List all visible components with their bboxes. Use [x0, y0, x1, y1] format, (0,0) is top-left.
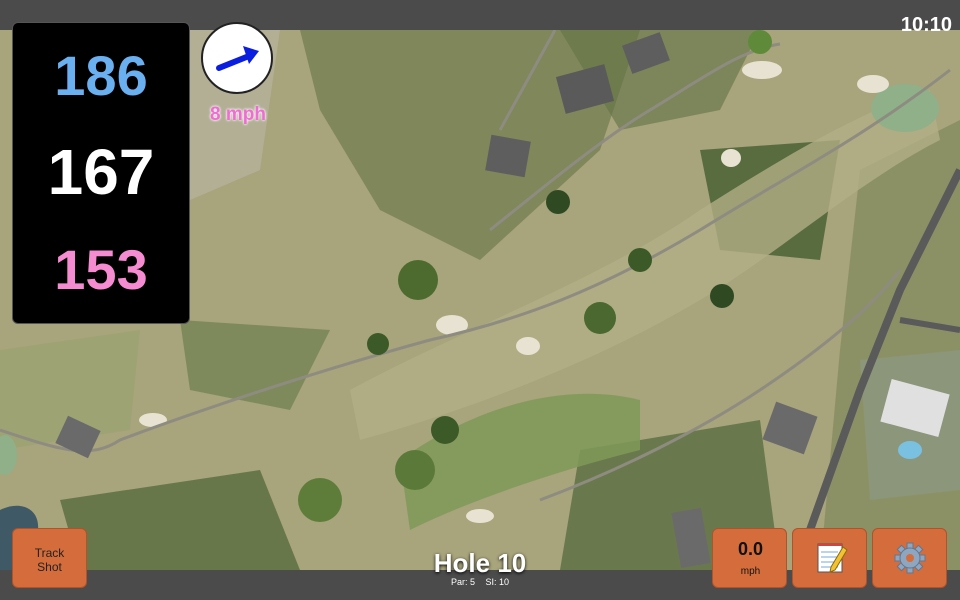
hole-stroke-index: SI: 10	[485, 577, 510, 587]
wind-speed: 8 mph	[210, 104, 266, 125]
track-shot-button[interactable]: Track Shot	[12, 528, 87, 588]
speed-value: 0.0	[737, 539, 764, 559]
distance-panel: 186 167 153	[12, 22, 190, 324]
clock: 10:10	[900, 14, 952, 36]
speed-unit: mph	[740, 566, 761, 577]
notepad-icon	[817, 543, 848, 573]
hole-par: Par: 5	[450, 577, 475, 587]
gear-icon	[894, 542, 926, 574]
settings-button[interactable]	[872, 528, 947, 588]
notes-button[interactable]	[792, 528, 867, 588]
distance-back: 186	[54, 44, 148, 107]
distance-front: 153	[54, 238, 148, 301]
track-shot-label-line1: Track	[34, 546, 65, 560]
wind-indicator	[201, 22, 273, 94]
hole-info: Par: 5 SI: 10	[380, 577, 580, 587]
speed-button[interactable]: 0.0 mph	[712, 528, 787, 588]
distance-middle: 167	[47, 136, 155, 208]
arrow-up-right-icon	[216, 46, 259, 71]
hole-title: Hole 10	[433, 548, 527, 578]
track-shot-label-line2: Shot	[37, 560, 62, 574]
